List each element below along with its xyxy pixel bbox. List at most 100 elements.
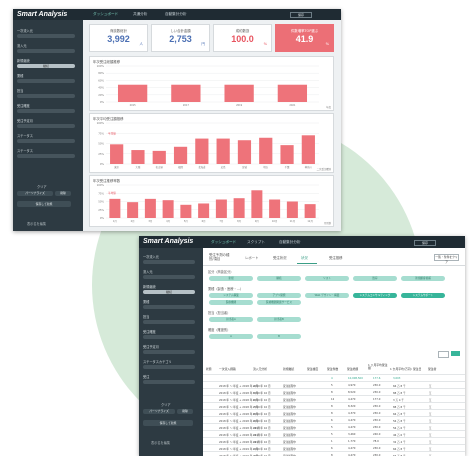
chart-bar	[301, 135, 315, 164]
x-tick-label: 11月	[290, 219, 295, 223]
filter-pill[interactable]: Web デザイン・構築	[305, 293, 349, 298]
filter-pill-selected[interactable]: システムコンサルティング	[353, 293, 397, 298]
filter-select[interactable]	[17, 34, 75, 38]
nav-item-dashboard[interactable]: ダッシュボード	[211, 240, 236, 245]
table-cell: 230.0	[373, 412, 381, 415]
filter-select[interactable]	[143, 260, 195, 264]
chart-bar	[277, 84, 308, 102]
filter-pill[interactable]: リスト	[305, 276, 349, 281]
filter-select[interactable]	[143, 365, 195, 369]
nav-item-common-analysis[interactable]: 共通分析	[133, 12, 147, 17]
filter-pill[interactable]: B	[257, 334, 301, 339]
save-new-button[interactable]: 保存して新規	[17, 201, 71, 207]
filter-label: 新規継続	[143, 285, 156, 289]
chart-bar	[180, 204, 192, 218]
column-header: 受注総額	[347, 367, 359, 371]
filter-pill[interactable]: 既存	[353, 276, 397, 281]
chart-panel: 年次平均受注額推移 100% 75% 50% 25% 0% 東京 大阪 名古屋 福岡 北海道 広島宮…	[89, 113, 334, 173]
table-cell: 10,008,500	[348, 377, 363, 380]
chart-bar	[109, 198, 121, 218]
filter-select[interactable]	[143, 380, 195, 384]
chart-annotation: 平均値	[108, 131, 116, 135]
filter-pill[interactable]: A	[209, 334, 253, 339]
nav-item-script[interactable]: スクリプト	[247, 240, 265, 245]
y-tick-label: 0%	[100, 100, 105, 104]
monthly-orders-chart: 100% 75% 50% 25% 0% 1月 2月 3月 4月 5月 6月 7月 8月 9月 10月 11月 1…	[97, 183, 332, 225]
table-row[interactable]: 2018 年 ～ 年度 + 2019 年 2 月2019 年 10 月受注処理中…	[203, 451, 465, 456]
edit-name-link[interactable]: 表示名を編集	[151, 440, 170, 445]
table-cell: 4,470	[348, 398, 356, 401]
filter-label: ステータスカテゴリ	[143, 360, 172, 364]
save-new-button[interactable]: 保存して新規	[143, 420, 193, 426]
filter-pill[interactable]: 担当者B	[257, 317, 301, 322]
filter-select[interactable]	[143, 305, 195, 309]
chart-bar	[198, 203, 210, 218]
filter-select[interactable]	[143, 350, 195, 354]
clear-conditions-button[interactable]: 一覧・条件をクリア	[434, 254, 459, 264]
tab-order-status[interactable]: 受注状況	[273, 255, 287, 260]
filter-pill[interactable]: 継続	[257, 276, 301, 281]
filter-pill[interactable]: 新規顧客候補	[401, 276, 445, 281]
personalize-button[interactable]: パーソナライズ	[143, 409, 175, 414]
filter-pill[interactable]: 医療機器関連サービス	[257, 300, 301, 305]
save-button[interactable]: 保存	[290, 12, 312, 18]
table-cell: 4,470	[348, 419, 356, 422]
filter-pill[interactable]: 担当者A	[209, 317, 253, 322]
x-tick-label: 福岡	[178, 165, 183, 169]
main-content: 商談数総計 3,992 人 しい合計金額 2,753 円 成約数割 100.0 …	[83, 20, 341, 231]
filter-select-selected[interactable]: 継続	[17, 64, 75, 68]
filter-select[interactable]	[17, 154, 75, 158]
nav-item-dashboard[interactable]: ダッシュボード	[93, 12, 118, 17]
kpi-unit: %	[325, 42, 329, 46]
filter-select[interactable]	[17, 49, 75, 53]
tab-status[interactable]: 状況	[301, 255, 308, 260]
filter-select[interactable]	[143, 275, 195, 279]
clear-label[interactable]: クリア	[161, 402, 171, 407]
filter-select[interactable]	[17, 94, 75, 98]
tab-category[interactable]: 受注予測の種別/項目	[209, 253, 231, 261]
edit-name-link[interactable]: 表示名を編集	[27, 221, 46, 226]
y-tick-label: 50%	[98, 142, 104, 146]
kpi-card: 成約数割 100.0 %	[213, 24, 272, 52]
filter-select[interactable]	[17, 139, 75, 143]
column-header: 一次流入経路	[219, 367, 236, 371]
filter-pill-selected[interactable]: システムサポート	[401, 293, 445, 298]
delete-button[interactable]: 削除	[177, 409, 193, 414]
save-button[interactable]: 保存	[414, 240, 436, 246]
filter-select[interactable]	[143, 335, 195, 339]
filter-pill[interactable]: 新規	[209, 276, 253, 281]
view-toggle-list[interactable]	[438, 351, 449, 358]
x-tick-label: 名古屋	[156, 165, 164, 169]
filter-select-selected[interactable]: 継続	[143, 290, 195, 294]
filter-pill[interactable]: 医療機関	[209, 300, 253, 305]
chart-panel: 年次受注総額推移 100% 80% 60% 40% 20% 0% 2015 2017 2019 2…	[89, 56, 334, 111]
kpi-card: しい合計金額 2,753 円	[151, 24, 210, 52]
column-header: 1 か月平均(万円)	[390, 367, 412, 371]
filter-select[interactable]	[17, 124, 75, 128]
tab-order-trend[interactable]: 受注推移	[329, 255, 343, 260]
x-tick-label: 9月	[255, 219, 259, 223]
clear-label[interactable]: クリア	[37, 184, 47, 189]
chart-panel: 年次受注推移率数 100% 75% 50% 25% 0% 1月 2月 3月 4月 5月 6月 7月 8月…	[89, 175, 334, 227]
filter-label: 一次流入元	[143, 255, 159, 259]
table-cell: 4,970	[348, 384, 356, 387]
tab-report[interactable]: レポート	[245, 255, 259, 260]
filter-label: 業種	[17, 74, 24, 78]
filter-pill[interactable]: アプリ開発	[257, 293, 301, 298]
filter-pill[interactable]: システム構築	[209, 293, 253, 298]
filter-label: 新規継続	[17, 59, 30, 63]
personalize-button[interactable]: パーソナライズ	[17, 191, 53, 196]
filter-select[interactable]	[143, 320, 195, 324]
nav-item-auto-analysis[interactable]: 自動集計分析	[279, 240, 301, 245]
chart-bar	[173, 146, 188, 164]
chart-bar	[259, 137, 273, 164]
column-header: 受注確度	[307, 367, 319, 371]
filter-label: 受注予定月	[143, 345, 159, 349]
nav-item-auto-analysis[interactable]: 自動集計分析	[165, 12, 187, 17]
delete-button[interactable]: 削除	[55, 191, 71, 196]
table-cell: 4,470	[348, 426, 356, 429]
filter-select[interactable]	[17, 109, 75, 113]
view-toggle-grid[interactable]	[451, 351, 460, 356]
filter-select[interactable]	[17, 79, 75, 83]
filter-label: ステータス	[17, 149, 33, 153]
